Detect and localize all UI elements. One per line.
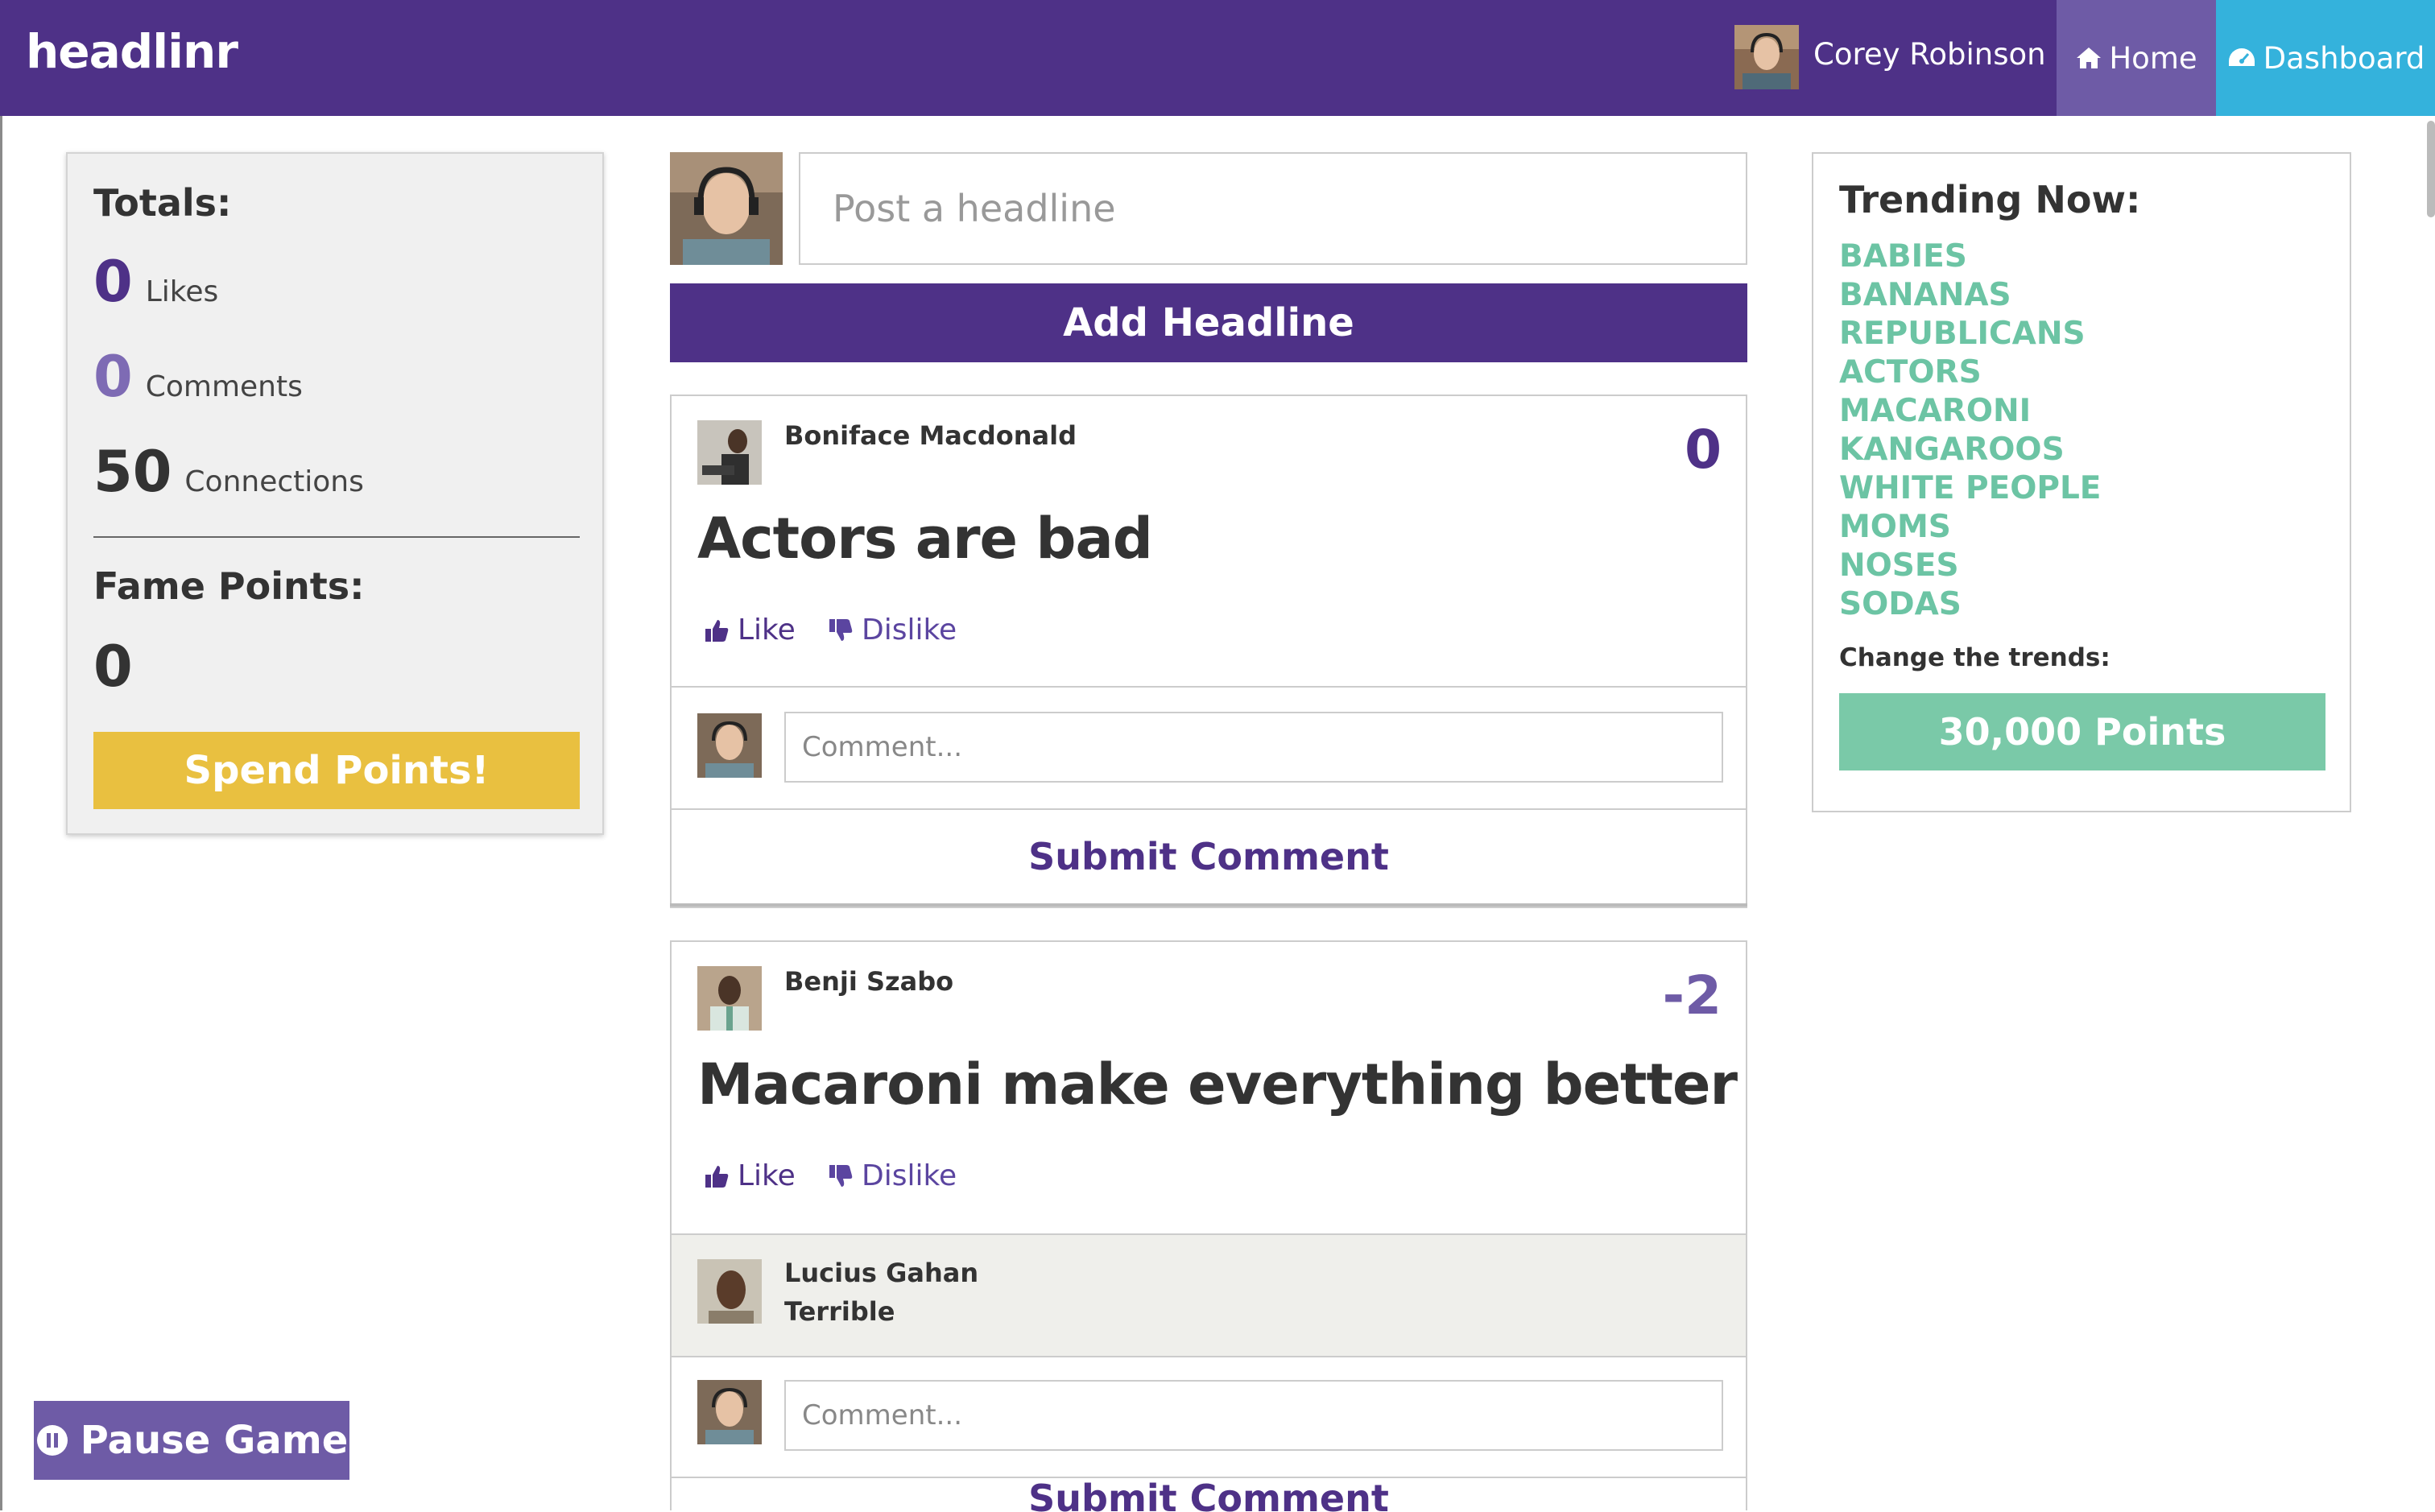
dislike-label: Dislike [862, 613, 957, 647]
dislike-button[interactable]: Dislike [828, 613, 957, 647]
trending-list: BABIES BANANAS REPUBLICANS ACTORS MACARO… [1839, 238, 2101, 624]
spend-points-button[interactable]: Spend Points! [93, 732, 580, 809]
buy-trend-points-button[interactable]: 30,000 Points [1839, 693, 2325, 770]
trending-item[interactable]: REPUBLICANS [1839, 315, 2101, 353]
trending-item[interactable]: ACTORS [1839, 353, 2101, 392]
comment-input[interactable] [784, 1380, 1723, 1451]
likes-label: Likes [145, 275, 219, 308]
home-icon [2077, 48, 2102, 68]
composer-avatar [670, 152, 783, 265]
headline-card: Boniface Macdonald 0 Actors are bad Like… [670, 395, 1747, 908]
card-divider [672, 686, 1746, 688]
author-avatar [697, 420, 762, 485]
pause-icon [36, 1425, 68, 1456]
likes-count: 0 [93, 249, 133, 315]
user-name[interactable]: Corey Robinson [1813, 37, 2046, 72]
add-headline-button[interactable]: Add Headline [670, 283, 1747, 362]
comments-count: 0 [93, 344, 133, 410]
like-label: Like [738, 613, 796, 647]
submit-comment-button[interactable]: Submit Comment [672, 810, 1746, 903]
nav-dashboard-tab[interactable]: Dashboard [2216, 0, 2435, 116]
scrollbar-thumb[interactable] [2427, 121, 2435, 217]
comment-author[interactable]: Lucius Gahan [784, 1258, 978, 1288]
dashboard-icon [2228, 48, 2255, 66]
trending-item[interactable]: BANANAS [1839, 276, 2101, 315]
headline-input[interactable] [799, 152, 1747, 265]
trending-item[interactable]: MOMS [1839, 508, 2101, 547]
brand-logo[interactable]: headlinr [26, 24, 238, 79]
like-button[interactable]: Like [704, 1159, 796, 1192]
fame-points-heading: Fame Points: [93, 564, 365, 608]
commenter-avatar [697, 1259, 762, 1324]
comments-stat: 0 Comments [93, 344, 303, 410]
commenter-avatar [697, 1380, 762, 1444]
like-button[interactable]: Like [704, 613, 796, 647]
thumbs-down-icon [829, 1164, 853, 1187]
thumbs-down-icon [829, 618, 853, 641]
dislike-button[interactable]: Dislike [828, 1159, 957, 1192]
commenter-avatar [697, 713, 762, 778]
post-headline: Actors are bad [697, 506, 1153, 572]
totals-heading: Totals: [93, 181, 232, 225]
connections-stat: 50 Connections [93, 439, 364, 505]
change-trends-label: Change the trends: [1839, 643, 2110, 672]
post-score: 0 [1685, 419, 1722, 481]
trending-item[interactable]: SODAS [1839, 585, 2101, 624]
nav-home-tab[interactable]: Home [2057, 0, 2216, 116]
nav-dashboard-label: Dashboard [2263, 40, 2425, 76]
card-divider [672, 1356, 1746, 1357]
totals-divider [93, 536, 580, 538]
comments-label: Comments [145, 370, 303, 403]
pause-game-label: Pause Game [80, 1418, 349, 1463]
dislike-label: Dislike [862, 1159, 957, 1192]
trending-panel: Trending Now: BABIES BANANAS REPUBLICANS… [1812, 152, 2351, 812]
trending-heading: Trending Now: [1839, 178, 2141, 221]
user-avatar[interactable] [1734, 25, 1799, 89]
submit-comment-label: Submit Comment [1028, 1478, 1389, 1512]
trending-item[interactable]: WHITE PEOPLE [1839, 469, 2101, 508]
card-shadow [670, 903, 1747, 907]
submit-comment-button[interactable]: Submit Comment [672, 1478, 1746, 1512]
like-label: Like [738, 1159, 796, 1192]
post-headline: Macaroni make everything better [697, 1051, 1738, 1117]
likes-stat: 0 Likes [93, 249, 218, 315]
thumbs-up-icon [705, 1165, 729, 1188]
comment-text: Terrible [784, 1296, 895, 1327]
headline-card: Benji Szabo -2 Macaroni make everything … [670, 940, 1747, 1512]
trending-item[interactable]: NOSES [1839, 547, 2101, 585]
post-score: -2 [1662, 965, 1722, 1027]
connections-count: 50 [93, 439, 172, 505]
totals-panel: Totals: 0 Likes 0 Comments 50 Connection… [66, 152, 604, 835]
trending-item[interactable]: BABIES [1839, 238, 2101, 276]
comment-item: Lucius Gahan Terrible [672, 1235, 1746, 1356]
pause-game-button[interactable]: Pause Game [34, 1401, 349, 1480]
nav-home-label: Home [2109, 40, 2197, 76]
thumbs-up-icon [705, 619, 729, 642]
post-author[interactable]: Boniface Macdonald [784, 420, 1077, 451]
trending-item[interactable]: MACARONI [1839, 392, 2101, 431]
connections-label: Connections [184, 465, 364, 498]
fame-points-value: 0 [93, 634, 133, 700]
trending-item[interactable]: KANGAROOS [1839, 431, 2101, 469]
post-author[interactable]: Benji Szabo [784, 966, 953, 997]
author-avatar [697, 966, 762, 1031]
page-left-border [0, 116, 2, 1510]
comment-input[interactable] [784, 712, 1723, 783]
